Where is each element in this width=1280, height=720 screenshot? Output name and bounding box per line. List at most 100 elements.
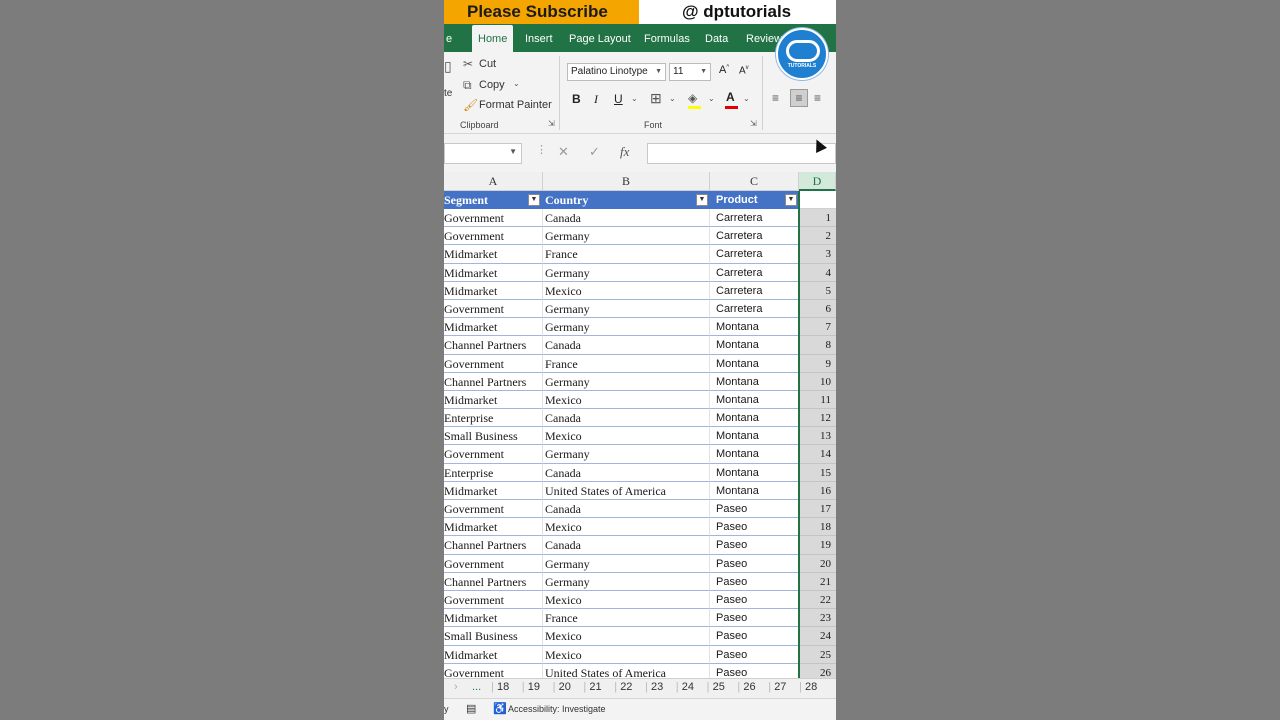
cell-row-number[interactable]: 17 xyxy=(799,500,836,519)
cell-segment[interactable]: Midmarket xyxy=(444,263,543,282)
font-color-button[interactable]: A xyxy=(726,90,735,104)
sheet-tab[interactable]: 24 xyxy=(682,681,694,693)
cell-d1[interactable] xyxy=(799,191,836,209)
underline-button[interactable]: U xyxy=(614,92,623,106)
cell-segment[interactable]: Government xyxy=(444,354,543,373)
cell-country[interactable]: Mexico xyxy=(543,518,710,537)
cell-product[interactable]: Carretera xyxy=(710,299,799,319)
cell-product[interactable]: Paseo xyxy=(710,627,799,646)
cell-country[interactable]: Germany xyxy=(543,263,710,282)
cell-product[interactable]: Paseo xyxy=(710,645,799,664)
cell-segment[interactable]: Midmarket xyxy=(444,645,543,664)
borders-icon[interactable]: ⊞ xyxy=(650,90,662,107)
enter-icon[interactable]: ✓ xyxy=(589,144,600,160)
cell-country[interactable]: Mexico xyxy=(543,627,710,646)
cell-country[interactable]: France xyxy=(543,354,710,373)
cell-row-number[interactable]: 19 xyxy=(799,536,836,555)
paste-icon[interactable]: ▯ xyxy=(444,58,452,75)
cell-product[interactable]: Montana xyxy=(710,409,799,428)
cell-segment[interactable]: Midmarket xyxy=(444,281,543,300)
cell-country[interactable]: Canada xyxy=(543,536,710,555)
align-center-icon[interactable]: ≡ xyxy=(790,89,808,107)
sheet-tab[interactable]: 25 xyxy=(713,681,725,693)
cell-segment[interactable]: Small Business xyxy=(444,627,543,646)
cell-country[interactable]: France xyxy=(543,609,710,628)
cell-country[interactable]: Mexico xyxy=(543,281,710,300)
align-right-icon[interactable]: ≡ xyxy=(814,91,821,105)
cell-product[interactable]: Carretera xyxy=(710,245,799,264)
cell-row-number[interactable]: 9 xyxy=(799,354,836,373)
align-left-icon[interactable]: ≡ xyxy=(772,91,779,105)
font-family-select[interactable]: Palatino Linotype ▼ xyxy=(567,63,666,81)
cell-segment[interactable]: Small Business xyxy=(444,427,543,446)
tab-formulas[interactable]: Formulas xyxy=(644,24,690,52)
decrease-font-icon[interactable]: Av xyxy=(739,65,749,76)
cell-product[interactable]: Carretera xyxy=(710,209,799,228)
column-header-a[interactable]: A xyxy=(444,172,543,191)
column-header-d[interactable]: D xyxy=(799,172,836,191)
sheet-tab[interactable]: 20 xyxy=(559,681,571,693)
cut-button[interactable]: Cut xyxy=(479,58,496,70)
cell-segment[interactable]: Midmarket xyxy=(444,518,543,537)
cell-segment[interactable]: Midmarket xyxy=(444,609,543,628)
cell-product[interactable]: Paseo xyxy=(710,554,799,573)
fill-color-icon[interactable]: ◈ xyxy=(688,91,697,105)
cell-segment[interactable]: Government xyxy=(444,299,543,319)
cell-segment[interactable]: Midmarket xyxy=(444,390,543,410)
cell-product[interactable]: Montana xyxy=(710,372,799,391)
cell-country[interactable]: Mexico xyxy=(543,427,710,446)
cell-row-number[interactable]: 24 xyxy=(799,627,836,646)
cell-product[interactable]: Paseo xyxy=(710,536,799,555)
filter-dropdown-icon[interactable]: ▼ xyxy=(696,194,708,206)
cell-country[interactable]: Canada xyxy=(543,409,710,428)
cell-product[interactable]: Montana xyxy=(710,390,799,410)
cell-row-number[interactable]: 3 xyxy=(799,245,836,264)
cell-row-number[interactable]: 4 xyxy=(799,263,836,282)
sheet-tab[interactable]: 22 xyxy=(620,681,632,693)
tab-insert[interactable]: Insert xyxy=(525,24,553,52)
cell-row-number[interactable]: 11 xyxy=(799,390,836,410)
cell-segment[interactable]: Channel Partners xyxy=(444,572,543,591)
cell-product[interactable]: Montana xyxy=(710,354,799,373)
cell-row-number[interactable]: 8 xyxy=(799,336,836,355)
cell-segment[interactable]: Government xyxy=(444,445,543,464)
cell-row-number[interactable]: 6 xyxy=(799,299,836,319)
cancel-icon[interactable]: ✕ xyxy=(558,144,569,160)
tab-file[interactable]: e xyxy=(446,24,452,52)
sheet-tab[interactable]: 18 xyxy=(497,681,509,693)
cell-country[interactable]: Mexico xyxy=(543,390,710,410)
cell-row-number[interactable]: 22 xyxy=(799,590,836,610)
name-box[interactable]: ▼ xyxy=(444,143,522,164)
cell-segment[interactable]: Midmarket xyxy=(444,318,543,337)
cell-segment[interactable]: Government xyxy=(444,227,543,246)
cell-segment[interactable]: Enterprise xyxy=(444,463,543,482)
cell-product[interactable]: Paseo xyxy=(710,572,799,591)
cell-product[interactable]: Paseo xyxy=(710,609,799,628)
cell-country[interactable]: Mexico xyxy=(543,645,710,664)
formula-input[interactable] xyxy=(647,143,836,164)
cell-product[interactable]: Carretera xyxy=(710,281,799,300)
sheet-tab[interactable]: 28 xyxy=(805,681,817,693)
filter-dropdown-icon[interactable]: ▼ xyxy=(528,194,540,206)
brush-icon[interactable]: 🖌 xyxy=(463,98,478,112)
cell-country[interactable]: Germany xyxy=(543,372,710,391)
cell-row-number[interactable]: 20 xyxy=(799,554,836,573)
cell-segment[interactable]: Government xyxy=(444,554,543,573)
cell-country[interactable]: Germany xyxy=(543,445,710,464)
cell-row-number[interactable]: 14 xyxy=(799,445,836,464)
cell-product[interactable]: Montana xyxy=(710,463,799,482)
clipboard-launcher-icon[interactable]: ⇲ xyxy=(548,119,555,128)
cell-row-number[interactable]: 18 xyxy=(799,518,836,537)
cell-country[interactable]: Germany xyxy=(543,318,710,337)
paste-button[interactable]: te xyxy=(444,88,452,99)
tab-page-layout[interactable]: Page Layout xyxy=(569,24,631,52)
cell-country[interactable]: Germany xyxy=(543,299,710,319)
sheet-tab[interactable]: 19 xyxy=(528,681,540,693)
cell-segment[interactable]: Channel Partners xyxy=(444,336,543,355)
cell-row-number[interactable]: 15 xyxy=(799,463,836,482)
tab-data[interactable]: Data xyxy=(705,24,728,52)
format-painter-button[interactable]: Format Painter xyxy=(479,99,552,111)
sheet-tab[interactable]: 27 xyxy=(774,681,786,693)
sheet-tab[interactable]: 26 xyxy=(743,681,755,693)
cell-row-number[interactable]: 10 xyxy=(799,372,836,391)
